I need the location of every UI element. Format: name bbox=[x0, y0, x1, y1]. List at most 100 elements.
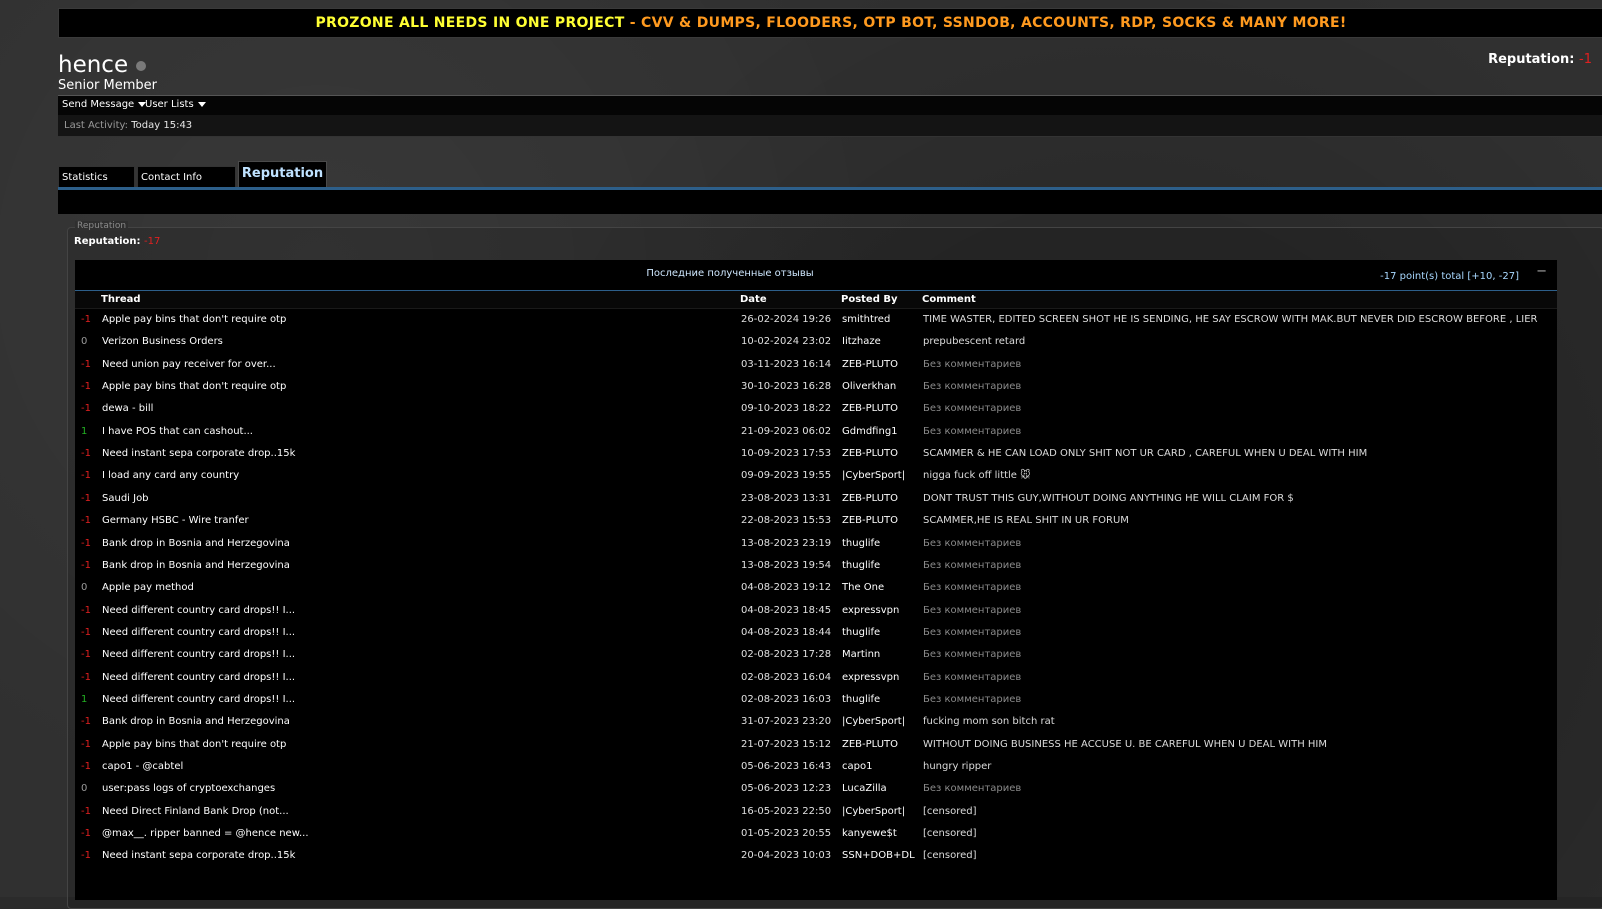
posted-by-link[interactable]: capo1 bbox=[842, 761, 872, 772]
date-cell: 21-09-2023 06:02 bbox=[741, 425, 832, 437]
thread-link[interactable]: Need different country card drops!! I... bbox=[102, 649, 295, 660]
posted-by-link[interactable]: LucaZilla bbox=[842, 783, 887, 794]
chevron-down-icon bbox=[197, 101, 206, 107]
thread-link[interactable]: @max__. ripper banned = @hence new... bbox=[102, 828, 309, 839]
posted-by-link[interactable]: thuglife bbox=[842, 538, 880, 549]
points-value: -1 bbox=[81, 761, 91, 772]
posted-by-link[interactable]: Martinn bbox=[842, 649, 880, 660]
table-row: -1 Need Direct Finland Bank Drop (not... 1… bbox=[75, 802, 1557, 824]
thread-link[interactable]: Apple pay method bbox=[102, 582, 194, 593]
col-header-posted-by: Posted By bbox=[841, 294, 898, 305]
thread-link[interactable]: Apple pay bins that don't require otp bbox=[102, 381, 286, 392]
posted-by-link[interactable]: ZEB-PLUTO bbox=[842, 493, 898, 504]
header-reputation-value: -1 bbox=[1579, 52, 1592, 67]
header-reputation: Reputation: -1 bbox=[1488, 52, 1592, 67]
date-cell: 13-08-2023 23:19 bbox=[741, 537, 832, 549]
date-cell: 04-08-2023 18:45 bbox=[741, 604, 832, 616]
table-row: -1 Germany HSBC - Wire tranfer 22-08-2023 … bbox=[75, 511, 1557, 533]
date-cell: 23-08-2023 13:31 bbox=[741, 492, 832, 504]
table-header-row bbox=[75, 291, 1557, 309]
comment-cell: Без комментариев bbox=[923, 358, 1022, 370]
posted-by-link[interactable]: thuglife bbox=[842, 694, 880, 705]
thread-link[interactable]: dewa - bill bbox=[102, 403, 153, 414]
thread-link[interactable]: Bank drop in Bosnia and Herzegovina bbox=[102, 716, 290, 727]
points-value: -1 bbox=[81, 381, 91, 393]
table-row: -1 Apple pay bins that don't require otp 2… bbox=[75, 735, 1557, 757]
comment-cell: WITHOUT DOING BUSINESS HE ACCUSE U. BE C… bbox=[923, 738, 1328, 750]
points-value: -1 bbox=[81, 515, 91, 527]
posted-by-link[interactable]: smithtred bbox=[842, 314, 890, 325]
posted-by-link[interactable]: ZEB-PLUTO bbox=[842, 403, 898, 414]
posted-by-link[interactable]: ZEB-PLUTO bbox=[842, 515, 898, 526]
comment-cell: Без комментариев bbox=[923, 693, 1022, 705]
comment-cell: [censored] bbox=[923, 850, 977, 862]
comment-cell: DONT TRUST THIS GUY,WITHOUT DOING ANYTHI… bbox=[923, 492, 1294, 504]
posted-by-link[interactable]: kanyewe$t bbox=[842, 828, 897, 839]
posted-by-link[interactable]: SSN+DOB+DL bbox=[842, 850, 915, 861]
user-title: Senior Member bbox=[58, 78, 158, 93]
user-lists-label: User Lists bbox=[145, 99, 194, 110]
table-row: -1 Saudi Job 23-08-2023 13:31 ZEB-PLUTO DONT… bbox=[75, 489, 1557, 511]
thread-link[interactable]: Need Direct Finland Bank Drop (not... bbox=[102, 806, 289, 817]
thread-link[interactable]: Germany HSBC - Wire tranfer bbox=[102, 515, 249, 526]
thread-link[interactable]: Apple pay bins that don't require otp bbox=[102, 314, 286, 325]
posted-by-link[interactable]: The One bbox=[842, 582, 884, 593]
user-lists-button[interactable]: User Lists bbox=[145, 99, 206, 110]
thread-link[interactable]: I load any card any country bbox=[102, 470, 239, 481]
thread-link[interactable]: Need different country card drops!! I... bbox=[102, 694, 295, 705]
thread-link[interactable]: Need union pay receiver for over... bbox=[102, 359, 276, 370]
comment-cell: SCAMMER,HE IS REAL SHIT IN UR FORUM bbox=[923, 515, 1129, 527]
date-cell: 04-08-2023 19:12 bbox=[741, 582, 832, 594]
thread-link[interactable]: Need different country card drops!! I... bbox=[102, 627, 295, 638]
send-message-button[interactable]: Send Message bbox=[62, 99, 147, 110]
thread-link[interactable]: Need different country card drops!! I... bbox=[102, 672, 295, 683]
thread-link[interactable]: Need different country card drops!! I... bbox=[102, 605, 295, 616]
table-row: -1 Need instant sepa corporate drop..15k 2… bbox=[75, 846, 1557, 868]
posted-by-link[interactable]: Oliverkhan bbox=[842, 381, 896, 392]
thread-link[interactable]: Bank drop in Bosnia and Herzegovina bbox=[102, 560, 290, 571]
posted-by-link[interactable]: thuglife bbox=[842, 627, 880, 638]
posted-by-link[interactable]: expressvpn bbox=[842, 672, 899, 683]
thread-link[interactable]: I have POS that can cashout... bbox=[102, 426, 253, 437]
tab-contact-info[interactable]: Contact Info bbox=[137, 166, 236, 188]
comment-cell: Без комментариев bbox=[923, 626, 1022, 638]
comment-cell: Без комментариев bbox=[923, 403, 1022, 415]
thread-link[interactable]: user:pass logs of cryptoexchanges bbox=[102, 783, 275, 794]
thread-link[interactable]: Apple pay bins that don't require otp bbox=[102, 739, 286, 750]
posted-by-link[interactable]: ZEB-PLUTO bbox=[842, 359, 898, 370]
points-value: 1 bbox=[81, 693, 88, 705]
posted-by-link[interactable]: ZEB-PLUTO bbox=[842, 448, 898, 459]
tab-reputation-label: Reputation bbox=[241, 166, 324, 181]
table-row: 0 user:pass logs of cryptoexchanges 05-06-… bbox=[75, 779, 1557, 801]
thread-link[interactable]: capo1 - @cabtel bbox=[102, 761, 183, 772]
collapse-icon[interactable]: − bbox=[1536, 264, 1547, 279]
points-value: 0 bbox=[81, 582, 88, 594]
points-value: -1 bbox=[81, 448, 91, 460]
thread-link[interactable]: Need instant sepa corporate drop..15k bbox=[102, 850, 295, 861]
posted-by-link[interactable]: thuglife bbox=[842, 560, 880, 571]
thread-link[interactable]: Need instant sepa corporate drop..15k bbox=[102, 448, 295, 459]
date-cell: 02-08-2023 17:28 bbox=[741, 649, 832, 661]
posted-by-link[interactable]: |CyberSport| bbox=[842, 716, 905, 727]
posted-by-link[interactable]: expressvpn bbox=[842, 605, 899, 616]
promo-banner[interactable]: PROZONE ALL NEEDS IN ONE PROJECT - CVV &… bbox=[58, 8, 1602, 38]
comment-cell: Без комментариев bbox=[923, 649, 1022, 661]
posted-by-link[interactable]: |CyberSport| bbox=[842, 806, 905, 817]
thread-link[interactable]: Saudi Job bbox=[102, 493, 149, 504]
posted-by-link[interactable]: Gdmdfing1 bbox=[842, 426, 898, 437]
banner-services: CVV & DUMPS, FLOODERS, OTP BOT, SSNDOB, … bbox=[641, 15, 1347, 31]
posted-by-link[interactable]: ZEB-PLUTO bbox=[842, 739, 898, 750]
tab-reputation[interactable]: Reputation bbox=[238, 161, 327, 188]
posted-by-link[interactable]: |CyberSport| bbox=[842, 470, 905, 481]
thread-link[interactable]: Verizon Business Orders bbox=[102, 336, 223, 347]
comment-cell: SCAMMER & HE CAN LOAD ONLY SHIT NOT UR C… bbox=[923, 448, 1368, 460]
comment-cell: Без комментариев bbox=[923, 381, 1022, 393]
thread-link[interactable]: Bank drop in Bosnia and Herzegovina bbox=[102, 538, 290, 549]
table-row: -1 Bank drop in Bosnia and Herzegovina 13-… bbox=[75, 556, 1557, 578]
posted-by-link[interactable]: Iitzhaze bbox=[842, 336, 881, 347]
tab-statistics[interactable]: Statistics bbox=[58, 166, 135, 188]
comment-cell: Без комментариев bbox=[923, 559, 1022, 571]
col-header-date: Date bbox=[740, 294, 767, 305]
date-cell: 09-10-2023 18:22 bbox=[741, 403, 832, 415]
offline-dot-icon bbox=[136, 60, 147, 71]
